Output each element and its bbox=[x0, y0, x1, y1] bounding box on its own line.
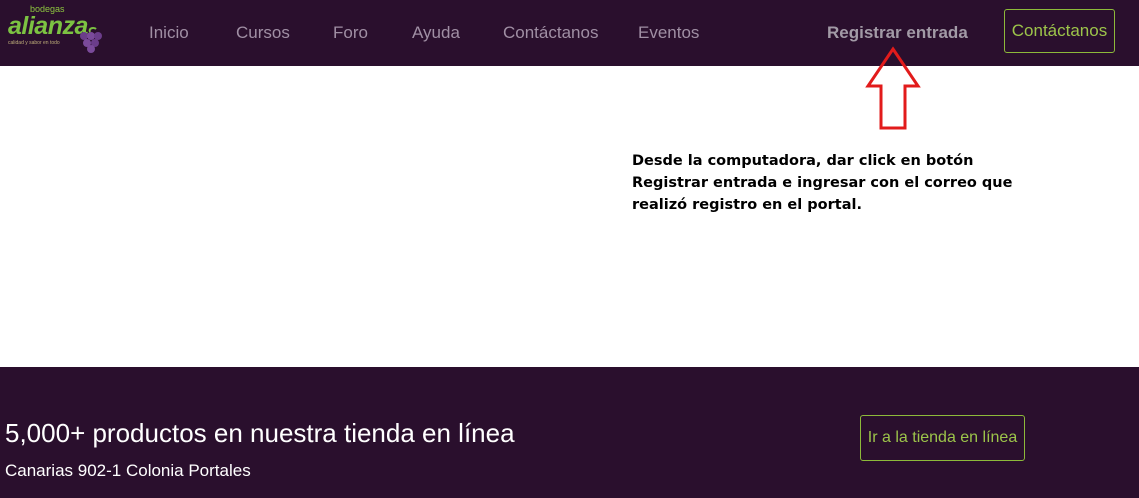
logo-subtitle: calidad y sabor en todo bbox=[8, 40, 60, 46]
footer-title: 5,000+ productos en nuestra tienda en lí… bbox=[5, 418, 515, 448]
footer-band: 5,000+ productos en nuestra tienda en lí… bbox=[0, 367, 1139, 498]
up-arrow-icon bbox=[865, 46, 921, 130]
nav-link-foro[interactable]: Foro bbox=[333, 0, 368, 66]
top-navigation-bar: bodegas alianza calidad y sabor en todo … bbox=[0, 0, 1139, 66]
bodegas-alianza-logo[interactable]: bodegas alianza calidad y sabor en todo bbox=[6, 4, 102, 56]
grapes-icon bbox=[80, 27, 102, 53]
online-store-button[interactable]: Ir a la tienda en línea bbox=[860, 415, 1025, 461]
nav-link-cursos[interactable]: Cursos bbox=[236, 0, 290, 66]
footer-address: Canarias 902-1 Colonia Portales bbox=[5, 461, 251, 480]
instruction-text: Desde la computadora, dar click en botón… bbox=[632, 153, 1013, 213]
nav-link-inicio[interactable]: Inicio bbox=[149, 0, 189, 66]
nav-link-contactanos[interactable]: Contáctanos bbox=[503, 0, 598, 66]
nav-link-ayuda[interactable]: Ayuda bbox=[412, 0, 460, 66]
contact-button[interactable]: Contáctanos bbox=[1004, 9, 1115, 53]
nav-link-eventos[interactable]: Eventos bbox=[638, 0, 699, 66]
